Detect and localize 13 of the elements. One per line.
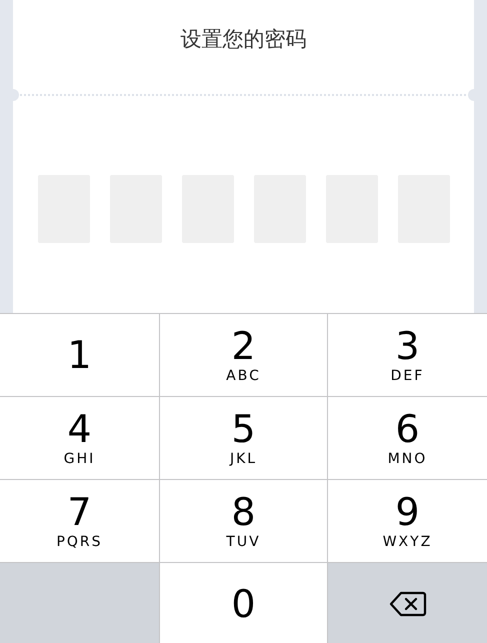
backspace-icon [388,591,426,617]
digit-key[interactable]: 1 [0,314,160,396]
digit-key[interactable]: 0 [160,563,328,643]
digit-key[interactable]: 7 PQRS [0,480,160,562]
digit-key[interactable]: 6 MNO [328,397,487,479]
page-title: 设置您的密码 [180,26,306,53]
digit-key[interactable]: 4 GHI [0,397,160,479]
backspace-key[interactable] [328,563,487,643]
digit-key[interactable]: 8 TUV [160,480,328,562]
digit-key[interactable]: 5 JKL [160,397,328,479]
digit-key[interactable]: 3 DEF [328,314,487,396]
digit-key[interactable]: 2 ABC [160,314,328,396]
digit-key[interactable]: 9 WXYZ [328,480,487,562]
